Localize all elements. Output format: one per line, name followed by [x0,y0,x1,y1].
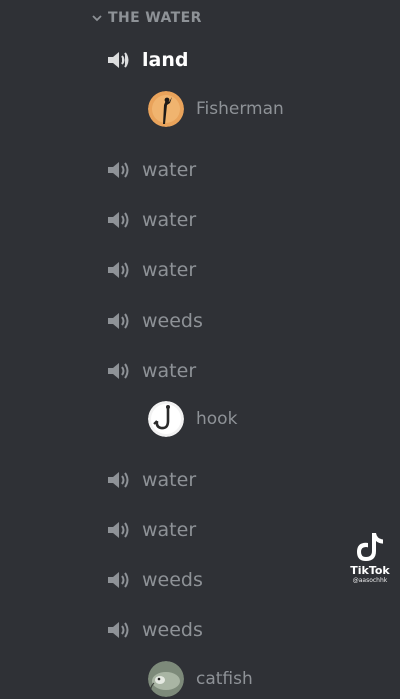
speaker-icon [108,52,129,68]
voice-channel-weeds-1[interactable]: weeds [106,306,203,336]
tiktok-logo-icon [357,533,383,561]
speaker-icon [108,622,129,638]
channel-label: water [142,469,197,491]
voice-channel-water-1[interactable]: water [106,155,196,185]
speaker-icon [108,363,129,379]
voice-channel-water-6[interactable]: water [106,515,196,545]
speaker-icon [108,572,129,588]
speaker-icon [108,313,129,329]
voice-user-fisherman[interactable]: Fisherman [148,90,284,128]
hook-avatar [148,401,184,437]
channel-label: water [142,519,197,541]
user-label: hook [196,409,238,429]
channel-label: weeds [142,310,203,332]
channel-label: water [142,259,197,281]
category-label: THE WATER [108,10,202,26]
speaker-icon [108,522,129,538]
voice-user-hook[interactable]: hook [148,400,237,438]
speaker-icon [108,262,129,278]
user-label: Fisherman [196,99,284,119]
tiktok-watermark: TikTok @aasochhk [342,530,398,584]
channel-label: weeds [142,619,203,641]
chevron-down-icon [92,15,102,22]
channel-label: weeds [142,569,203,591]
voice-channel-water-4[interactable]: water [106,356,196,386]
channel-label: water [142,360,197,382]
voice-channel-land[interactable]: land [106,45,188,75]
channel-label: land [142,49,189,71]
voice-channel-weeds-3[interactable]: weeds [106,615,203,645]
voice-channel-weeds-2[interactable]: weeds [106,565,203,595]
channel-label: water [142,209,197,231]
voice-user-catfish[interactable]: catfish [148,660,253,698]
user-label: catfish [196,669,253,689]
voice-channel-water-3[interactable]: water [106,255,196,285]
channel-label: water [142,159,197,181]
voice-channel-water-2[interactable]: water [106,205,196,235]
fisherman-avatar [148,91,184,127]
speaker-icon [108,162,129,178]
speaker-icon [108,472,129,488]
speaker-icon [108,212,129,228]
tiktok-handle: @aasochhk [352,577,388,584]
voice-channel-water-5[interactable]: water [106,465,196,495]
tiktok-name: TikTok [350,564,390,577]
catfish-avatar [148,661,184,697]
category-the-water[interactable]: THE WATER [90,8,202,28]
